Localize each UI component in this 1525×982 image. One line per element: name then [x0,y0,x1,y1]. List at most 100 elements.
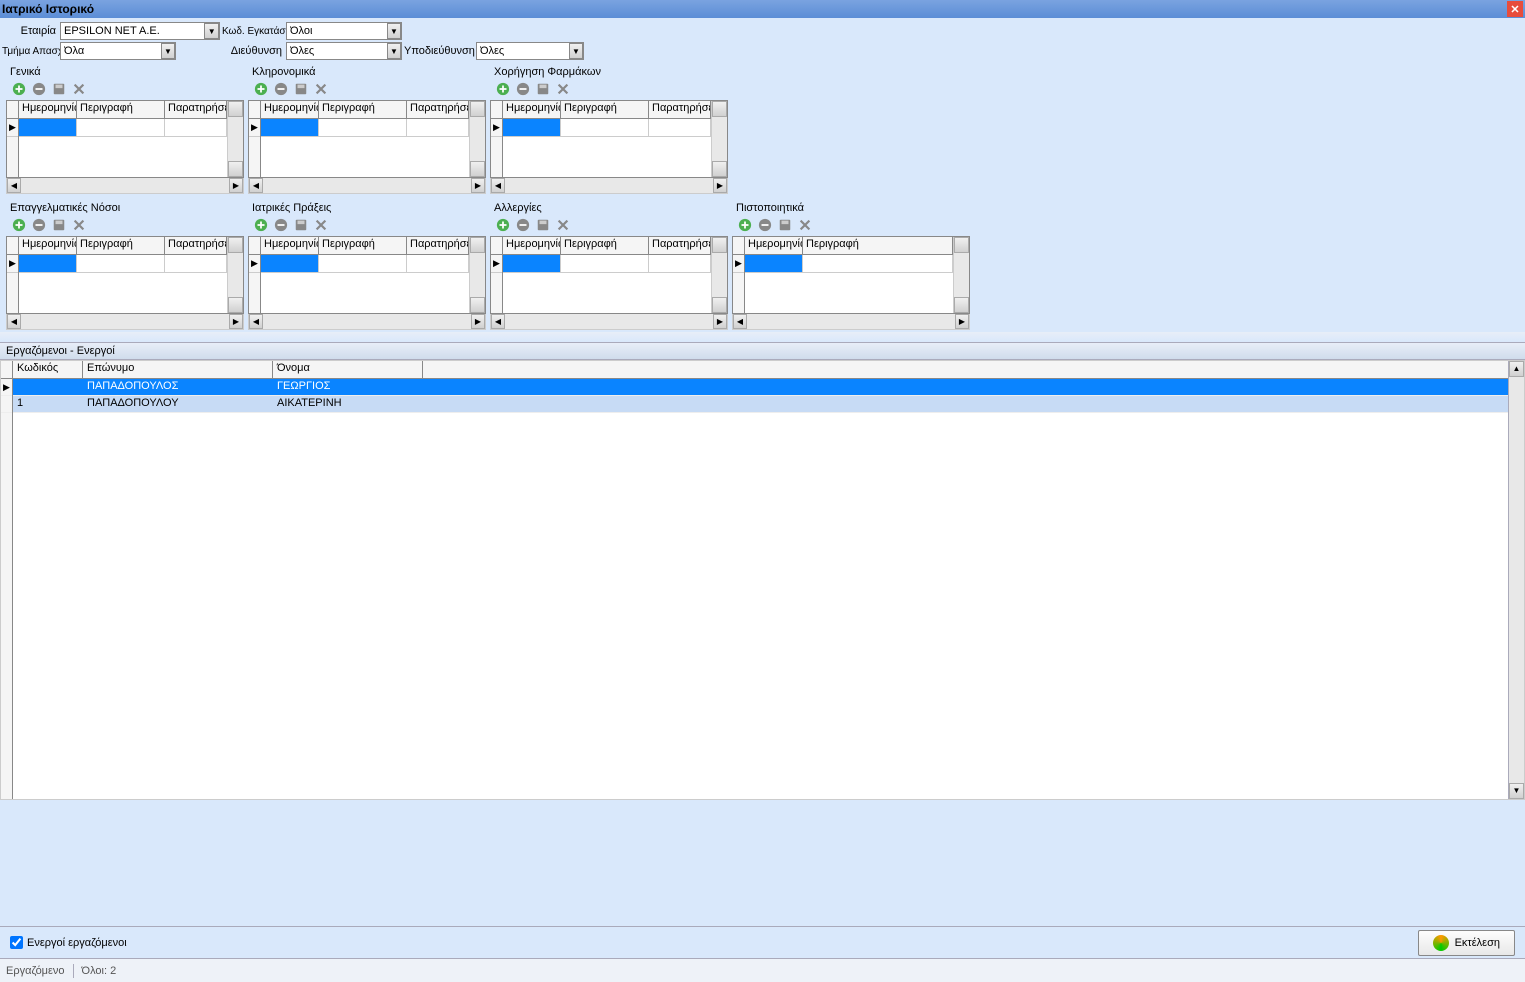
col-header[interactable]: Παρατηρήσε [649,101,711,118]
add-icon[interactable] [252,80,270,98]
save-icon[interactable] [534,216,552,234]
add-icon[interactable] [494,80,512,98]
del-icon[interactable] [30,80,48,98]
save-icon[interactable] [292,80,310,98]
chevron-down-icon[interactable]: ▼ [387,23,401,39]
chevron-down-icon[interactable]: ▼ [387,43,401,59]
add-icon[interactable] [736,216,754,234]
canc-icon[interactable] [554,216,572,234]
employees-grid[interactable]: ▶ Κωδικός Επώνυμο Όνομα ΠΑΠΑΔΟΠΟΥΛΟΣΓΕΩΡ… [0,360,1525,800]
add-icon[interactable] [10,216,28,234]
col-header[interactable]: Ημερομηνία [261,101,319,118]
col-header[interactable]: Περιγραφή [319,101,407,118]
vertical-scrollbar[interactable] [469,237,485,313]
del-icon[interactable] [272,80,290,98]
table-row[interactable] [261,119,469,137]
vertical-scrollbar[interactable] [711,101,727,177]
table-row[interactable] [503,119,711,137]
chevron-down-icon[interactable]: ▼ [161,43,175,59]
col-header[interactable]: Περιγραφή [803,237,953,254]
horizontal-scrollbar[interactable]: ◀▶ [490,178,728,194]
canc-icon[interactable] [312,80,330,98]
canc-icon[interactable] [70,80,88,98]
table-row[interactable] [261,255,469,273]
del-icon[interactable] [756,216,774,234]
chevron-down-icon[interactable]: ▼ [204,23,219,39]
active-employees-checkbox[interactable]: Ενεργοί εργαζόμενοι [10,936,127,949]
save-icon[interactable] [50,80,68,98]
panel-grid[interactable]: ▶ΗμερομηνίαΠεριγραφήΠαρατηρήσε [248,236,486,314]
col-header[interactable]: Παρατηρήσε [649,237,711,254]
save-icon[interactable] [50,216,68,234]
install-input[interactable] [287,23,387,39]
horizontal-scrollbar[interactable]: ◀▶ [490,314,728,330]
vertical-scrollbar[interactable] [953,237,969,313]
col-header[interactable]: Περιγραφή [77,237,165,254]
col-code[interactable]: Κωδικός [13,361,83,378]
col-header[interactable]: Περιγραφή [319,237,407,254]
horizontal-scrollbar[interactable]: ◀▶ [248,314,486,330]
horizontal-scrollbar[interactable]: ◀▶ [732,314,970,330]
execute-button[interactable]: Εκτέλεση [1418,930,1515,956]
add-icon[interactable] [494,216,512,234]
horizontal-scrollbar[interactable]: ◀▶ [6,178,244,194]
col-header[interactable]: Ημερομηνία [503,237,561,254]
subdir-input[interactable] [477,43,569,59]
subdir-combo[interactable]: ▼ [476,42,584,60]
col-header[interactable]: Ημερομηνία [261,237,319,254]
col-name[interactable]: Όνομα [273,361,423,378]
table-row[interactable] [503,255,711,273]
save-icon[interactable] [534,80,552,98]
vertical-scrollbar[interactable] [227,237,243,313]
panel-grid[interactable]: ▶ΗμερομηνίαΠεριγραφήΠαρατηρήσε [248,100,486,178]
active-checkbox-input[interactable] [10,936,23,949]
table-row[interactable] [19,119,227,137]
add-icon[interactable] [10,80,28,98]
col-header[interactable]: Περιγραφή [561,237,649,254]
vertical-scrollbar[interactable] [469,101,485,177]
canc-icon[interactable] [70,216,88,234]
col-surname[interactable]: Επώνυμο [83,361,273,378]
table-row[interactable] [745,255,953,273]
close-button[interactable]: ✕ [1507,1,1523,17]
col-header[interactable]: Παρατηρήσε [165,237,227,254]
panel-grid[interactable]: ▶ΗμερομηνίαΠεριγραφήΠαρατηρήσε [490,100,728,178]
company-input[interactable] [61,23,204,39]
canc-icon[interactable] [796,216,814,234]
del-icon[interactable] [514,80,532,98]
vertical-scrollbar[interactable] [227,101,243,177]
col-header[interactable]: Παρατηρήσε [407,101,469,118]
table-row[interactable] [19,255,227,273]
horizontal-scrollbar[interactable]: ◀▶ [248,178,486,194]
horizontal-scrollbar[interactable]: ◀▶ [6,314,244,330]
col-header[interactable]: Ημερομηνία [19,237,77,254]
dir-input[interactable] [287,43,387,59]
canc-icon[interactable] [554,80,572,98]
dir-combo[interactable]: ▼ [286,42,402,60]
install-combo[interactable]: ▼ [286,22,402,40]
col-header[interactable]: Ημερομηνία [503,101,561,118]
employee-row[interactable]: ΠΑΠΑΔΟΠΟΥΛΟΣΓΕΩΡΓΙΟΣ [13,379,1508,396]
col-header[interactable]: Περιγραφή [77,101,165,118]
vertical-scrollbar[interactable] [1508,361,1524,799]
col-header[interactable]: Ημερομηνία [745,237,803,254]
chevron-down-icon[interactable]: ▼ [569,43,583,59]
panel-grid[interactable]: ▶ΗμερομηνίαΠεριγραφή [732,236,970,314]
dept-combo[interactable]: ▼ [60,42,176,60]
save-icon[interactable] [776,216,794,234]
col-header[interactable]: Παρατηρήσε [165,101,227,118]
add-icon[interactable] [252,216,270,234]
col-header[interactable]: Ημερομηνία [19,101,77,118]
del-icon[interactable] [30,216,48,234]
company-combo[interactable]: ▼ [60,22,220,40]
col-header[interactable]: Παρατηρήσε [407,237,469,254]
canc-icon[interactable] [312,216,330,234]
save-icon[interactable] [292,216,310,234]
dept-input[interactable] [61,43,161,59]
del-icon[interactable] [272,216,290,234]
panel-grid[interactable]: ▶ΗμερομηνίαΠεριγραφήΠαρατηρήσε [490,236,728,314]
vertical-scrollbar[interactable] [711,237,727,313]
del-icon[interactable] [514,216,532,234]
col-header[interactable]: Περιγραφή [561,101,649,118]
panel-grid[interactable]: ▶ΗμερομηνίαΠεριγραφήΠαρατηρήσε [6,236,244,314]
